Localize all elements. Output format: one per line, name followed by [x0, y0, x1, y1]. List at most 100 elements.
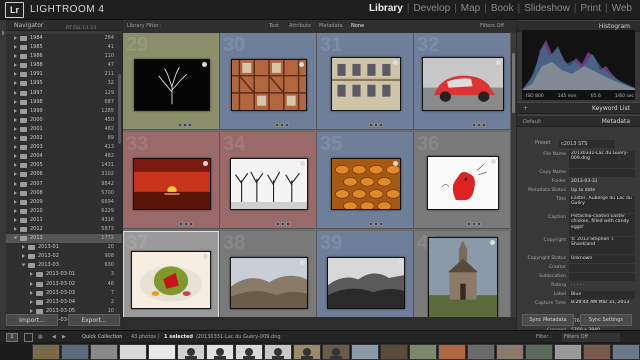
navigator-header[interactable]: Navigator FIT FILL 1:1 3:1 [6, 20, 122, 31]
filmstrip-thumbnail[interactable] [554, 344, 582, 360]
filmstrip-filter-select[interactable]: Filters Off [562, 332, 620, 342]
filters-off-toggle[interactable]: Filters Off [480, 20, 504, 33]
folder-row[interactable]: 2012 5873 [6, 225, 122, 234]
thumbnail-tree[interactable] [134, 59, 210, 111]
collapsed-triangle-icon[interactable] [14, 226, 17, 231]
folder-row[interactable]: 2009 6694 [6, 198, 122, 207]
metadata-badge-icon[interactable] [369, 123, 373, 127]
collapsed-triangle-icon[interactable] [22, 245, 25, 250]
collapsed-triangle-icon[interactable] [22, 254, 25, 259]
module-library[interactable]: Library [365, 3, 407, 14]
grid-cell[interactable]: 37 [123, 231, 220, 328]
folder-row[interactable]: 2010 6229 [6, 207, 122, 216]
develop-badge-icon[interactable] [379, 222, 383, 226]
filmstrip-thumbnail[interactable] [322, 344, 350, 360]
crop-badge-icon[interactable] [280, 123, 284, 127]
filmstrip-thumbnail[interactable] [409, 344, 437, 360]
quick-collection-dot-icon[interactable] [393, 161, 398, 166]
folder-row[interactable]: 2013-03-02 46 [6, 280, 122, 289]
keyword-list-header[interactable]: + Keyword List [517, 102, 640, 114]
filmstrip-thumbnail[interactable] [61, 344, 89, 360]
filmstrip-thumbnail[interactable] [496, 344, 524, 360]
develop-badge-icon[interactable] [285, 123, 289, 127]
quick-collection-dot-icon[interactable] [496, 60, 501, 65]
quick-collection-dot-icon[interactable] [397, 260, 402, 265]
thumbnail-timber[interactable] [231, 59, 307, 111]
folder-row[interactable]: 1986 110 [6, 52, 122, 61]
preset-select[interactable]: c2013 STS [559, 140, 615, 148]
grid-scrollbar[interactable] [511, 33, 516, 330]
folder-row[interactable]: 2007 9842 [6, 180, 122, 189]
grid-cell[interactable]: 29 [123, 33, 220, 130]
filter-metadata[interactable]: Metadata [319, 20, 343, 33]
folder-row[interactable]: 2002 89 [6, 134, 122, 143]
sync-settings-button[interactable]: Sync Settings [580, 314, 632, 326]
crop-badge-icon[interactable] [281, 222, 285, 226]
grid-cell[interactable]: 36 [414, 132, 511, 229]
metadata-value[interactable]: Blue [569, 290, 635, 299]
collapsed-triangle-icon[interactable] [14, 145, 17, 150]
collapsed-triangle-icon[interactable] [14, 72, 17, 77]
collapsed-triangle-icon[interactable] [14, 163, 17, 168]
quick-collection-dot-icon[interactable] [490, 240, 495, 245]
develop-badge-icon[interactable] [189, 222, 193, 226]
folder-row[interactable]: 1991 211 [6, 70, 122, 79]
metadata-badge-icon[interactable] [276, 222, 280, 226]
collapsed-triangle-icon[interactable] [14, 126, 17, 131]
filmstrip-thumbnail[interactable] [293, 344, 321, 360]
thumbnail-drawing[interactable] [427, 156, 499, 210]
filter-text[interactable]: Text [269, 20, 279, 33]
folder-row[interactable]: 2001 482 [6, 125, 122, 134]
filter-none[interactable]: None [351, 20, 364, 33]
collapsed-triangle-icon[interactable] [30, 281, 33, 286]
metadata-value[interactable] [569, 263, 635, 272]
thumbnail-building[interactable] [331, 57, 401, 111]
module-develop[interactable]: Develop [409, 3, 454, 14]
metadata-header[interactable]: Default Metadata [517, 115, 640, 127]
crop-badge-icon[interactable] [374, 123, 378, 127]
metadata-value[interactable]: Easter, Auberge du Lac du Guéry [569, 195, 635, 213]
metadata-value[interactable] [569, 168, 635, 177]
collapsed-triangle-icon[interactable] [30, 308, 33, 313]
filmstrip-thumbnail[interactable] [264, 344, 292, 360]
crop-badge-icon[interactable] [477, 123, 481, 127]
quick-collection-dot-icon[interactable] [300, 260, 305, 265]
folder-row[interactable]: 1998 687 [6, 98, 122, 107]
folder-row[interactable]: 2005 1431 [6, 161, 122, 170]
thumbnail-badges[interactable] [178, 112, 208, 127]
module-slideshow[interactable]: Slideshow [520, 3, 574, 14]
collapsed-triangle-icon[interactable] [14, 36, 17, 40]
metadata-badge-icon[interactable] [179, 222, 183, 226]
thumbnail-badges[interactable] [467, 211, 497, 226]
metadata-badge-icon[interactable] [472, 123, 476, 127]
collapsed-triangle-icon[interactable] [30, 299, 33, 304]
collapse-left-panel-icon[interactable] [2, 30, 5, 36]
folder-row[interactable]: 1985 41 [6, 43, 122, 52]
collapsed-triangle-icon[interactable] [14, 45, 17, 50]
thumbnail-bw[interactable] [327, 257, 405, 309]
grid-cell[interactable]: 31 [317, 33, 414, 130]
folder-row[interactable]: 2013-01 20 [6, 243, 122, 252]
metadata-badge-icon[interactable] [467, 222, 471, 226]
thumbnail-badges[interactable] [179, 310, 209, 325]
thumbnail-badges[interactable] [369, 112, 399, 127]
filmstrip-thumbnail[interactable] [438, 344, 466, 360]
thumbnail-hills[interactable] [230, 257, 308, 309]
collapsed-triangle-icon[interactable] [14, 199, 17, 204]
folder-row[interactable]: 1984 284 [6, 34, 122, 43]
collapsed-triangle-icon[interactable] [14, 108, 17, 113]
grid-cell[interactable]: 30 [220, 33, 317, 130]
export-button[interactable]: Export... [68, 314, 120, 326]
collapsed-triangle-icon[interactable] [14, 208, 17, 213]
thumbnail-church[interactable] [428, 237, 498, 319]
filmstrip-thumbnail[interactable] [90, 344, 118, 360]
module-print[interactable]: Print [576, 3, 605, 14]
folder-row[interactable]: 2013-03-01 3 [6, 270, 122, 279]
folder-row[interactable]: 2000 450 [6, 116, 122, 125]
quick-collection-dot-icon[interactable] [491, 159, 496, 164]
filmstrip-thumbnail[interactable] [32, 344, 60, 360]
collapsed-triangle-icon[interactable] [14, 136, 17, 141]
metadata-value[interactable]: Pistachio-coated Easter chicken, filled … [569, 213, 635, 236]
thumbnail-badges[interactable] [276, 211, 306, 226]
filmstrip-thumbnail[interactable] [467, 344, 495, 360]
